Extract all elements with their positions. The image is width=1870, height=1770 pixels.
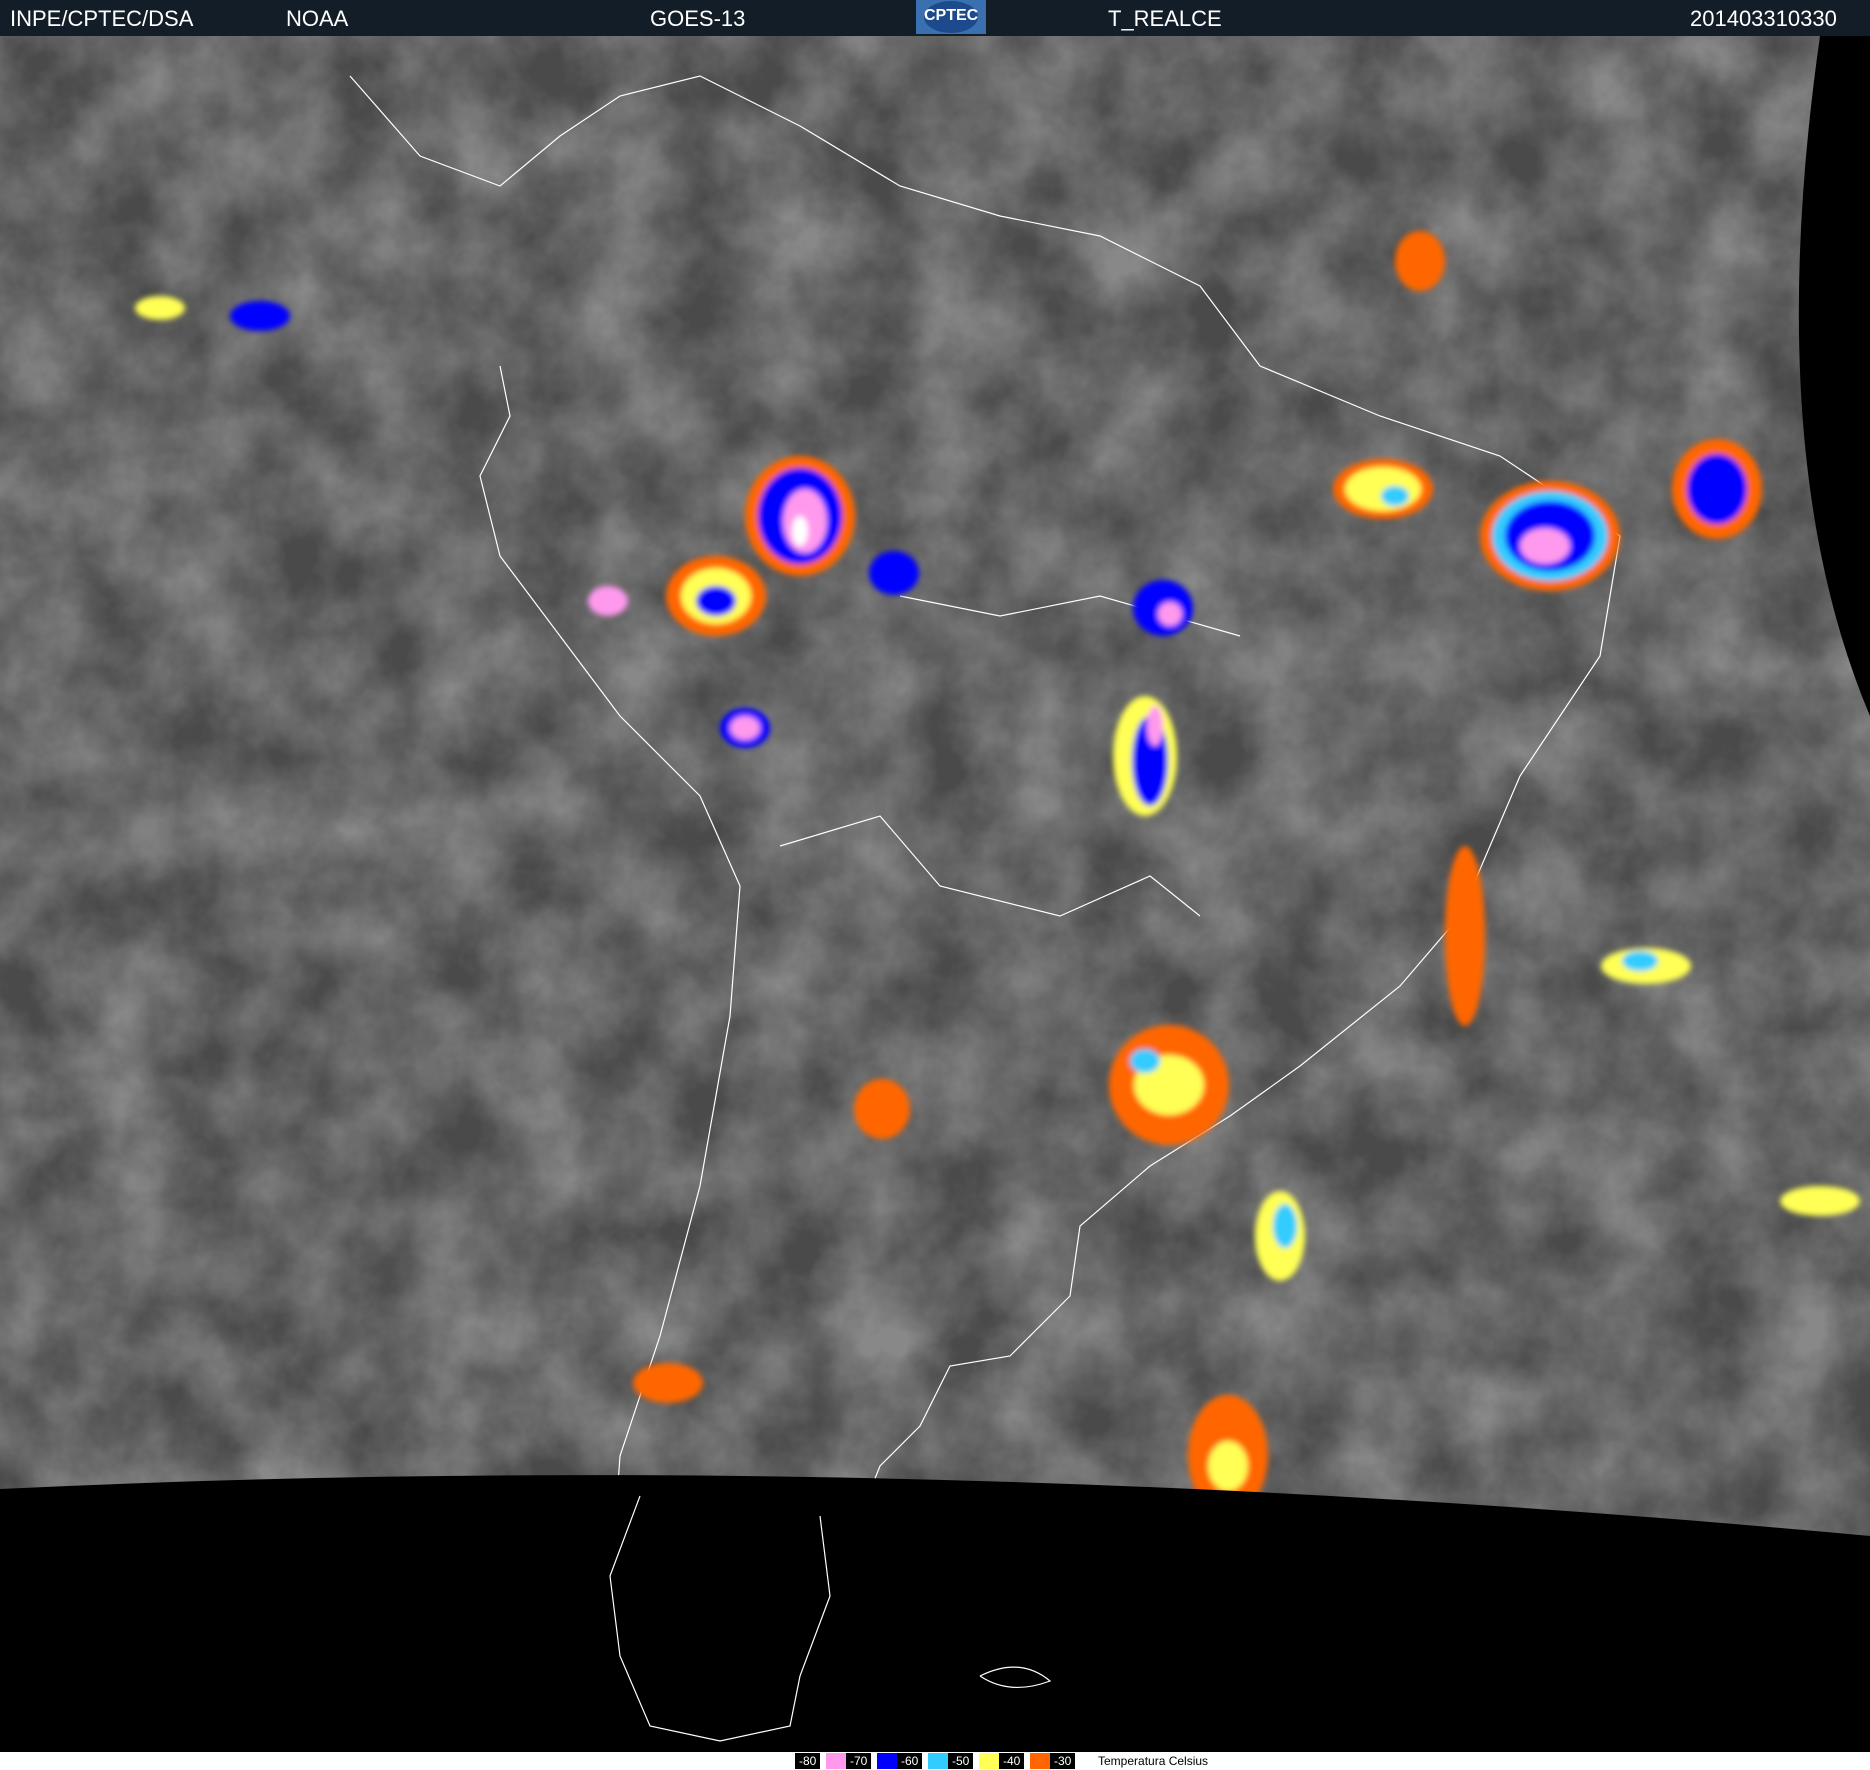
institution-label: INPE/CPTEC/DSA <box>10 6 194 31</box>
legend-label: -60 <box>897 1753 923 1769</box>
legend-swatch-yellow <box>979 1753 999 1769</box>
legend-label: -30 <box>1050 1753 1076 1769</box>
cptec-logo: CPTEC <box>916 0 986 34</box>
legend-label: -50 <box>948 1753 974 1769</box>
agency-label: NOAA <box>286 6 349 31</box>
timestamp-label: 201403310330 <box>1690 6 1837 31</box>
header-bar: INPE/CPTEC/DSA NOAA GOES-13 CPTEC T_REAL… <box>0 0 1870 36</box>
legend-label: -70 <box>846 1753 872 1769</box>
product-label: T_REALCE <box>1108 6 1222 31</box>
legend-label: -80 <box>795 1753 821 1769</box>
legend-swatch-blue <box>877 1753 897 1769</box>
legend-swatch-pink <box>826 1753 846 1769</box>
satellite-image <box>0 36 1870 1752</box>
legend-swatch-orange <box>1030 1753 1050 1769</box>
legend-swatch-cyan <box>928 1753 948 1769</box>
legend-label: -40 <box>999 1753 1025 1769</box>
temperature-legend: -80 -70 -60 -50 -40 -30 Temperatura Cels… <box>0 1752 1870 1770</box>
satellite-label: GOES-13 <box>650 6 746 31</box>
legend-title: Temperatura Celsius <box>1098 1754 1209 1768</box>
space-region-bottom <box>0 1475 1870 1752</box>
